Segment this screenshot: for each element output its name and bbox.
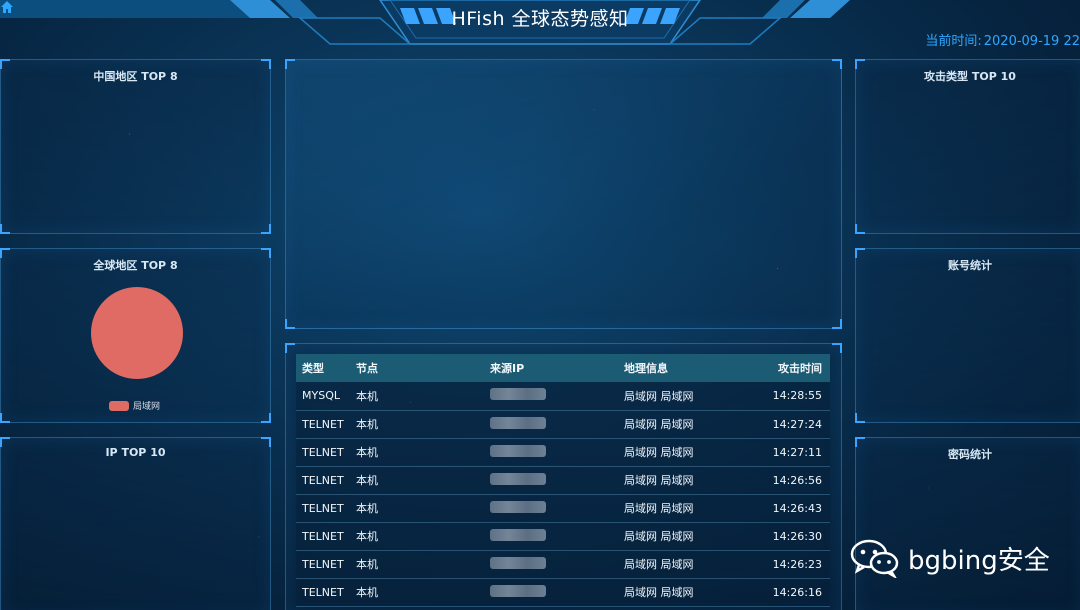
header-geo: 地理信息 xyxy=(624,362,668,375)
table-row[interactable]: MYSQL 本机 局域网 局域网 14:28:55 xyxy=(296,382,830,411)
header-source-ip: 来源IP xyxy=(490,362,525,375)
cell-node: 本机 xyxy=(350,438,484,467)
cell-geo: 局域网 局域网 xyxy=(618,438,758,467)
header-attack-time: 攻击时间 xyxy=(778,362,822,375)
cell-attack-time: 14:27:24 xyxy=(758,410,830,439)
cell-node: 本机 xyxy=(350,494,484,523)
current-time: 当前时间: 2020-09-19 22 xyxy=(923,30,1080,49)
cell-type: TELNET xyxy=(296,410,350,439)
table-row[interactable]: TELNET 本机 局域网 局域网 14:26:16 xyxy=(296,578,830,607)
world-map-panel xyxy=(285,59,842,329)
legend-label: 局域网 xyxy=(133,402,161,412)
current-time-value: 2020-09-19 22 xyxy=(983,34,1080,49)
header-node: 节点 xyxy=(356,362,378,375)
cell-geo: 局域网 局域网 xyxy=(618,494,758,523)
pie-slice-lan[interactable] xyxy=(91,287,183,379)
watermark: bgbing安全 xyxy=(850,538,1050,578)
cell-attack-time: 14:28:55 xyxy=(758,382,830,411)
table-row[interactable]: TELNET 本机 局域网 局域网 14:26:23 xyxy=(296,550,830,579)
redacted-ip xyxy=(490,556,546,569)
ip-top-title: IP TOP 10 xyxy=(105,446,166,459)
cell-attack-time: 14:27:11 xyxy=(758,438,830,467)
cell-type: MYSQL xyxy=(296,382,350,411)
cell-geo: 局域网 局域网 xyxy=(618,550,758,579)
redacted-ip xyxy=(490,472,546,485)
redacted-ip xyxy=(490,528,546,541)
cell-attack-time: 14:26:56 xyxy=(758,466,830,495)
redacted-ip xyxy=(490,444,546,457)
cell-node: 本机 xyxy=(350,578,484,607)
cell-type: TELNET xyxy=(296,522,350,551)
cell-source-ip xyxy=(484,466,618,495)
cell-type: TELNET xyxy=(296,578,350,607)
cell-attack-time: 14:26:43 xyxy=(758,494,830,523)
cell-source-ip xyxy=(484,438,618,467)
global-top-panel: 全球地区 TOP 8 局域网 xyxy=(0,248,271,423)
header-bar: HFish 全球态势感知 当前时间: 2020-09-19 22 xyxy=(0,0,1080,49)
table-row[interactable]: TELNET 本机 局域网 局域网 14:27:11 xyxy=(296,438,830,467)
cell-type: TELNET xyxy=(296,550,350,579)
redacted-ip xyxy=(490,500,546,513)
ip-top-panel: IP TOP 10 xyxy=(0,437,271,610)
cell-source-ip xyxy=(484,522,618,551)
account-stats-panel: 账号统计 xyxy=(855,248,1080,423)
password-stats-panel: 密码统计 xyxy=(855,437,1080,610)
page-title: HFish 全球态势感知 xyxy=(451,8,629,30)
header-type: 类型 xyxy=(302,362,324,375)
account-stats-title: 账号统计 xyxy=(948,259,992,272)
cell-source-ip xyxy=(484,494,618,523)
attack-type-title: 攻击类型 TOP 10 xyxy=(924,70,1016,83)
table-row[interactable]: TELNET 本机 局域网 局域网 14:27:24 xyxy=(296,410,830,439)
table-row[interactable]: TELNET 本机 局域网 局域网 14:26:30 xyxy=(296,522,830,551)
current-time-label: 当前时间: xyxy=(925,34,982,49)
redacted-ip xyxy=(490,584,546,597)
table-header-row: 类型 节点 来源IP 地理信息 攻击时间 xyxy=(296,354,830,382)
china-top-panel: 中国地区 TOP 8 xyxy=(0,59,271,234)
cell-source-ip xyxy=(484,550,618,579)
cell-source-ip xyxy=(484,382,618,411)
cell-source-ip xyxy=(484,410,618,439)
cell-attack-time: 14:26:23 xyxy=(758,550,830,579)
cell-geo: 局域网 局域网 xyxy=(618,522,758,551)
wechat-icon xyxy=(850,539,899,578)
global-top-title: 全球地区 TOP 8 xyxy=(93,259,178,272)
cell-source-ip xyxy=(484,578,618,607)
attack-log-table: 类型 节点 来源IP 地理信息 攻击时间 MYSQL 本机 局域网 局域网 14:28… xyxy=(296,354,830,607)
cell-node: 本机 xyxy=(350,382,484,411)
cell-node: 本机 xyxy=(350,550,484,579)
cell-geo: 局域网 局域网 xyxy=(618,578,758,607)
home-icon[interactable] xyxy=(0,0,14,14)
password-stats-title: 密码统计 xyxy=(948,448,992,461)
redacted-ip xyxy=(490,388,546,401)
cell-type: TELNET xyxy=(296,494,350,523)
cell-node: 本机 xyxy=(350,410,484,439)
watermark-text: bgbing安全 xyxy=(908,545,1050,576)
table-row[interactable]: TELNET 本机 局域网 局域网 14:26:56 xyxy=(296,466,830,495)
cell-node: 本机 xyxy=(350,466,484,495)
cell-geo: 局域网 局域网 xyxy=(618,410,758,439)
attack-type-panel: 攻击类型 TOP 10 xyxy=(855,59,1080,234)
legend-swatch xyxy=(109,400,129,411)
cell-attack-time: 14:26:30 xyxy=(758,522,830,551)
attack-log-table-wrap: 类型 节点 来源IP 地理信息 攻击时间 MYSQL 本机 局域网 局域网 14:28… xyxy=(296,354,830,607)
cell-type: TELNET xyxy=(296,466,350,495)
cell-geo: 局域网 局域网 xyxy=(618,466,758,495)
cell-type: TELNET xyxy=(296,438,350,467)
cell-geo: 局域网 局域网 xyxy=(618,382,758,411)
cell-attack-time: 14:26:16 xyxy=(758,578,830,607)
redacted-ip xyxy=(490,416,546,429)
cell-node: 本机 xyxy=(350,522,484,551)
chart-legend[interactable]: 局域网 xyxy=(109,399,160,412)
table-row[interactable]: TELNET 本机 局域网 局域网 14:26:43 xyxy=(296,494,830,523)
china-top-title: 中国地区 TOP 8 xyxy=(93,70,178,83)
